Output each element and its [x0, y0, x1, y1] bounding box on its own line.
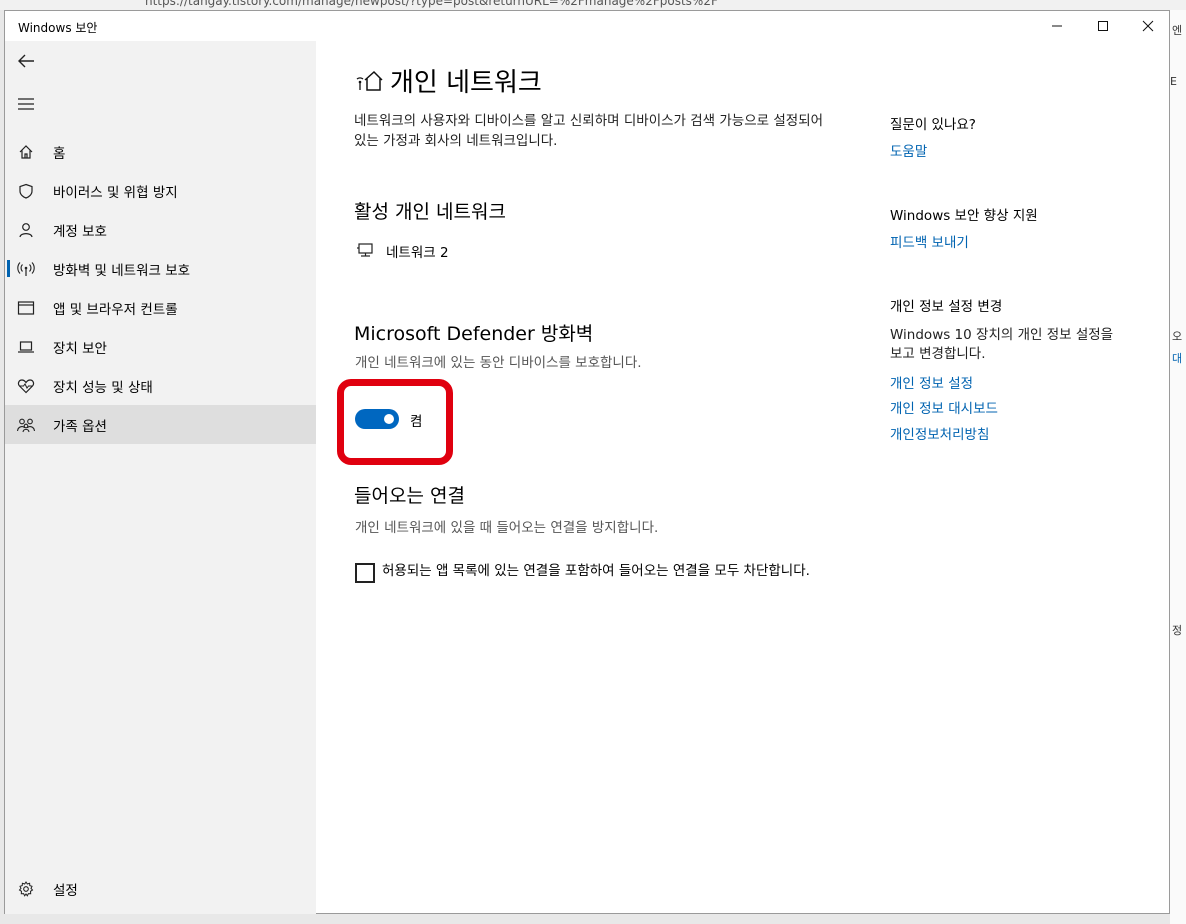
nav-item-home[interactable]: 홈 — [5, 132, 316, 171]
network-name: 네트워크 2 — [386, 245, 449, 261]
network-monitor-icon — [356, 242, 378, 260]
windows-security-window: Windows 보안 홈 바이러스 및 위협 방지 계정 보호 방화벽 및 네트… — [4, 10, 1170, 914]
network-item: 네트워크 2 — [356, 241, 449, 261]
page-title-text: 개인 네트워크 — [390, 68, 542, 98]
nav-label-firewall: 방화벽 및 네트워크 보호 — [53, 262, 191, 279]
maximize-button[interactable] — [1081, 11, 1125, 41]
nav-label-settings: 설정 — [53, 882, 78, 899]
sidebar: 홈 바이러스 및 위협 방지 계정 보호 방화벽 및 네트워크 보호 앱 및 브… — [5, 41, 316, 914]
incoming-description: 개인 네트워크에 있을 때 들어오는 연결을 방지합니다. — [355, 520, 659, 536]
nav-label-app: 앱 및 브라우저 컨트롤 — [53, 301, 178, 318]
nav-label-home: 홈 — [53, 145, 66, 162]
nav-label-virus: 바이러스 및 위협 방지 — [53, 184, 178, 201]
shield-icon — [15, 180, 37, 202]
home-icon — [15, 141, 37, 163]
help-link[interactable]: 도움말 — [890, 140, 927, 160]
feedback-link[interactable]: 피드백 보내기 — [890, 231, 969, 251]
close-icon — [1142, 20, 1154, 32]
menu-button[interactable] — [13, 91, 39, 117]
private-network-icon — [354, 67, 384, 95]
person-icon — [15, 219, 37, 241]
minimize-icon — [1052, 25, 1062, 27]
nav-item-virus[interactable]: 바이러스 및 위협 방지 — [5, 171, 316, 210]
block-incoming-checkbox[interactable] — [355, 563, 375, 583]
background-browser-strip: https://tangay.tistory.com/manage/newpos… — [0, 0, 1186, 10]
back-arrow-icon — [18, 54, 34, 68]
browser-icon — [15, 297, 37, 319]
family-icon — [15, 414, 37, 436]
nav-item-account[interactable]: 계정 보호 — [5, 210, 316, 249]
privacy-description: Windows 10 장치의 개인 정보 설정을 보고 변경합니다. — [890, 327, 1114, 362]
nav-item-performance[interactable]: 장치 성능 및 상태 — [5, 366, 316, 405]
close-button[interactable] — [1126, 11, 1170, 41]
firewall-description: 개인 네트워크에 있는 동안 디바이스를 보호합니다. — [355, 355, 642, 371]
antenna-icon — [15, 258, 37, 280]
page-title: 개인 네트워크 — [354, 62, 542, 99]
toggle-knob — [384, 414, 394, 424]
nav-item-app[interactable]: 앱 및 브라우저 컨트롤 — [5, 288, 316, 327]
title-bar: Windows 보안 — [5, 11, 1169, 41]
privacy-settings-link[interactable]: 개인 정보 설정 — [890, 372, 973, 392]
page-description: 네트워크의 사용자와 디바이스를 알고 신뢰하며 디바이스가 검색 가능으로 설… — [354, 113, 824, 149]
background-url: https://tangay.tistory.com/manage/newpos… — [145, 0, 718, 8]
incoming-heading: 들어오는 연결 — [354, 485, 465, 507]
nav-label-device: 장치 보안 — [53, 340, 107, 357]
hamburger-icon — [18, 98, 34, 110]
laptop-icon — [15, 336, 37, 358]
active-network-heading: 활성 개인 네트워크 — [354, 201, 506, 223]
privacy-dashboard-link[interactable]: 개인 정보 대시보드 — [890, 397, 998, 417]
firewall-toggle-label: 켬 — [410, 414, 423, 430]
nav-item-settings[interactable]: 설정 — [5, 869, 316, 908]
minimize-button[interactable] — [1035, 11, 1079, 41]
firewall-toggle[interactable] — [355, 409, 399, 429]
gear-icon — [15, 878, 37, 900]
back-button[interactable] — [13, 48, 39, 74]
selection-indicator — [7, 260, 10, 277]
background-page-edge: 엔 E 오 대 정 — [1170, 10, 1186, 924]
main-content: 개인 네트워크 네트워크의 사용자와 디바이스를 알고 신뢰하며 디바이스가 검… — [316, 41, 1170, 914]
heart-icon — [15, 375, 37, 397]
nav-label-family: 가족 옵션 — [53, 418, 107, 435]
nav-item-device[interactable]: 장치 보안 — [5, 327, 316, 366]
privacy-heading: 개인 정보 설정 변경 — [890, 299, 1003, 315]
block-incoming-label: 허용되는 앱 목록에 있는 연결을 포함하여 들어오는 연결을 모두 차단합니다… — [382, 563, 810, 579]
privacy-statement-link[interactable]: 개인정보처리방침 — [890, 423, 989, 443]
improve-heading: Windows 보안 향상 지원 — [890, 208, 1038, 224]
question-heading: 질문이 있나요? — [890, 117, 976, 133]
firewall-heading: Microsoft Defender 방화벽 — [354, 323, 594, 345]
maximize-icon — [1098, 21, 1108, 31]
app-title: Windows 보안 — [18, 21, 98, 35]
nav-item-firewall[interactable]: 방화벽 및 네트워크 보호 — [5, 249, 316, 288]
nav-item-family[interactable]: 가족 옵션 — [5, 405, 316, 444]
nav-label-account: 계정 보호 — [53, 223, 107, 240]
nav-label-performance: 장치 성능 및 상태 — [53, 379, 153, 396]
